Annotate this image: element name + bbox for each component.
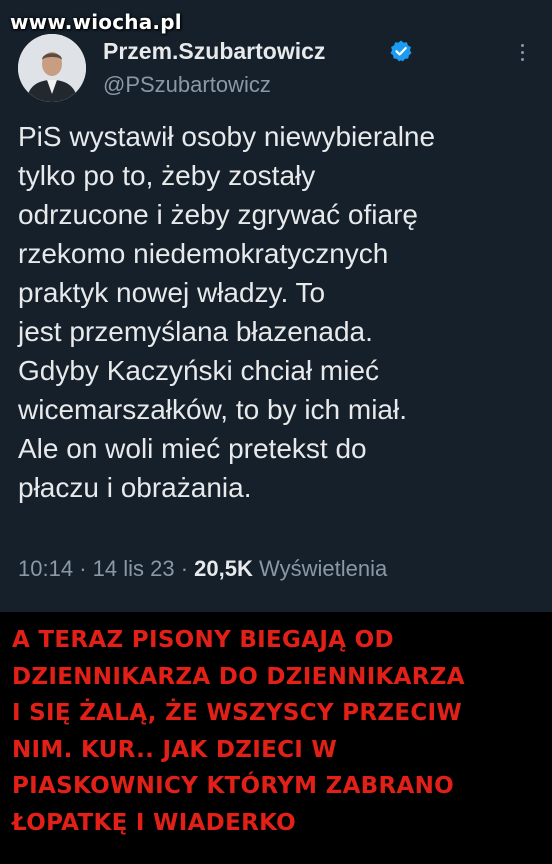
caption-line: I SIĘ ŻALĄ, ŻE WSZYSCY PRZECIW (12, 700, 463, 726)
tweet-text-line: Ale on woli mieć pretekst do (18, 433, 367, 464)
tweet-text-line: tylko po to, żeby zostały (18, 160, 316, 191)
meta-separator: · (180, 556, 189, 581)
caption-line: DZIENNIKARZA DO DZIENNIKARZA (12, 663, 465, 690)
tweet-text-line: praktyk nowej władzy. To (18, 277, 326, 308)
tweet-text-line: płaczu i obrażania. (18, 472, 252, 503)
tweet-text-line: jest przemyślana błazenada. (18, 316, 373, 347)
tweet-text-line: wicemarszałków, to by ich miał. (18, 394, 408, 425)
avatar[interactable] (18, 34, 86, 102)
tweet-date[interactable]: 14 lis 23 (93, 556, 175, 581)
caption-line: NIM. KUR.. JAK DZIECI W (12, 736, 338, 763)
views-count[interactable]: 20,5K (194, 556, 253, 581)
tweet-card: Przem.Szubartowicz @PSzubartowicz PiS wy… (0, 0, 552, 612)
avatar-photo (18, 34, 86, 102)
tweet-text-line: rzekomo niedemokratycznych (18, 238, 389, 269)
tweet-text: PiS wystawił osoby niewybieralne tylko p… (18, 117, 538, 507)
tweet-meta: 10:14 · 14 lis 23 · 20,5K Wyświetlenia (18, 556, 387, 582)
caption-line: ŁOPATKĘ I WIADERKO (12, 809, 297, 836)
tweet-text-line: odrzucone i żeby zgrywać ofiarę (18, 199, 418, 230)
caption-line: PIASKOWNICY KTÓRYM ZABRANO (12, 773, 455, 799)
tweet-time[interactable]: 10:14 (18, 556, 73, 581)
more-options-icon[interactable] (518, 44, 526, 68)
verified-badge-icon (390, 40, 412, 62)
meme-caption: A TERAZ PISONY BIEGAJĄ OD DZIENNIKARZA D… (12, 622, 542, 841)
site-watermark: www.wiocha.pl (10, 10, 182, 34)
tweet-text-line: PiS wystawił osoby niewybieralne (18, 121, 436, 152)
tweet-text-line: Gdyby Kaczyński chciał mieć (18, 355, 380, 386)
user-handle[interactable]: @PSzubartowicz (103, 72, 271, 98)
caption-line: A TERAZ PISONY BIEGAJĄ OD (12, 627, 394, 653)
views-label[interactable]: Wyświetlenia (259, 556, 387, 581)
meta-separator: · (79, 556, 87, 581)
display-name[interactable]: Przem.Szubartowicz (103, 38, 325, 65)
